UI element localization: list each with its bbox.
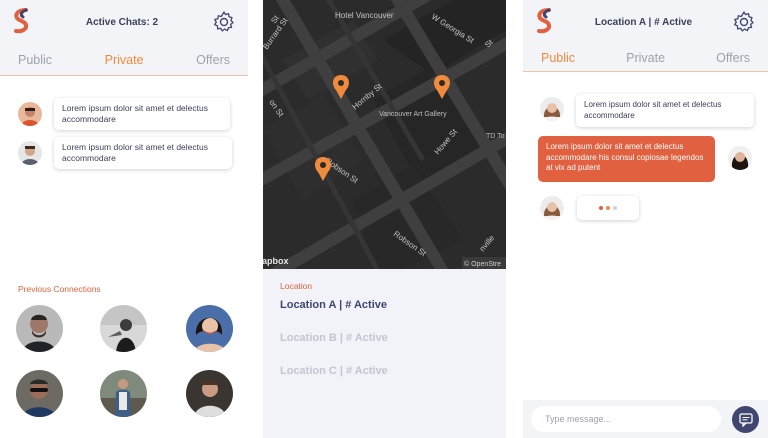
header: Active Chats: 2 <box>0 0 248 44</box>
map-label-td: TD To <box>486 133 505 140</box>
avatar <box>18 102 42 126</box>
chat-list-item[interactable]: Lorem ipsum dolor sit amet et delectus a… <box>18 98 230 130</box>
header-title: Active Chats: 2 <box>85 16 159 28</box>
map-canvas: Hotel Vancouver W Georgia St Hornby St V… <box>263 0 506 269</box>
chat-preview: Lorem ipsum dolor sit amet et delectus a… <box>54 98 230 130</box>
tab-private[interactable]: Private <box>626 51 665 65</box>
map-brand: apbox <box>263 256 289 266</box>
chat-message-incoming: Lorem ipsum dolor sit amet et delectus a… <box>576 94 754 127</box>
private-chats-screen: Active Chats: 2 Public Private Offers Lo… <box>0 0 248 438</box>
connection-avatar[interactable] <box>16 370 63 417</box>
location-item-a[interactable]: Location A | # Active <box>280 299 387 311</box>
previous-connections-label: Previous Connections <box>18 284 101 294</box>
header: Location A | # Active <box>523 0 768 44</box>
typing-dot <box>606 206 610 210</box>
chat-preview: Lorem ipsum dolor sit amet et delectus a… <box>54 137 232 169</box>
tab-private[interactable]: Private <box>105 53 144 67</box>
map-label-hotel: Hotel Vancouver <box>335 11 394 20</box>
connection-avatar[interactable] <box>100 305 147 352</box>
avatar <box>18 141 42 165</box>
tab-offers[interactable]: Offers <box>716 51 750 65</box>
chat-bubble-icon <box>738 412 753 427</box>
avatar <box>540 97 564 121</box>
connection-avatar[interactable] <box>100 370 147 417</box>
avatar <box>540 196 564 220</box>
typing-indicator <box>577 196 639 220</box>
gear-icon[interactable] <box>732 10 756 34</box>
location-label: Location <box>280 281 313 291</box>
tab-public[interactable]: Public <box>18 53 52 67</box>
chat-list-item[interactable]: Lorem ipsum dolor sit amet et delectus a… <box>18 137 232 169</box>
map-view[interactable]: Hotel Vancouver W Georgia St Hornby St V… <box>263 0 506 269</box>
typing-dot <box>599 206 603 210</box>
location-item-c[interactable]: Location C | # Active <box>280 365 388 377</box>
connection-avatar[interactable] <box>16 305 63 352</box>
map-attribution[interactable]: © OpenStre <box>464 260 501 268</box>
tab-bar: Public Private Offers <box>0 44 248 76</box>
chat-message-outgoing: Lorem ipsum dolor sit amet et delectus a… <box>538 136 715 182</box>
message-composer <box>523 400 768 438</box>
header-title: Location A | # Active <box>594 16 693 28</box>
tab-offers[interactable]: Offers <box>196 53 230 67</box>
public-chat-screen: Location A | # Active Public Private Off… <box>523 0 768 438</box>
send-message-button[interactable] <box>732 406 759 433</box>
message-input[interactable] <box>531 406 721 432</box>
avatar <box>728 146 752 170</box>
app-logo <box>537 8 552 34</box>
location-item-b[interactable]: Location B | # Active <box>280 332 388 344</box>
connection-avatar[interactable] <box>186 305 233 352</box>
gear-icon[interactable] <box>212 10 236 34</box>
typing-dot <box>613 206 617 210</box>
tab-public[interactable]: Public <box>541 51 575 65</box>
tab-bar: Public Private Offers <box>523 44 768 72</box>
locations-screen: Hotel Vancouver W Georgia St Hornby St V… <box>263 0 506 438</box>
map-label-gallery: Vancouver Art Gallery <box>379 111 447 118</box>
app-logo <box>14 8 29 34</box>
connection-avatar[interactable] <box>186 370 233 417</box>
